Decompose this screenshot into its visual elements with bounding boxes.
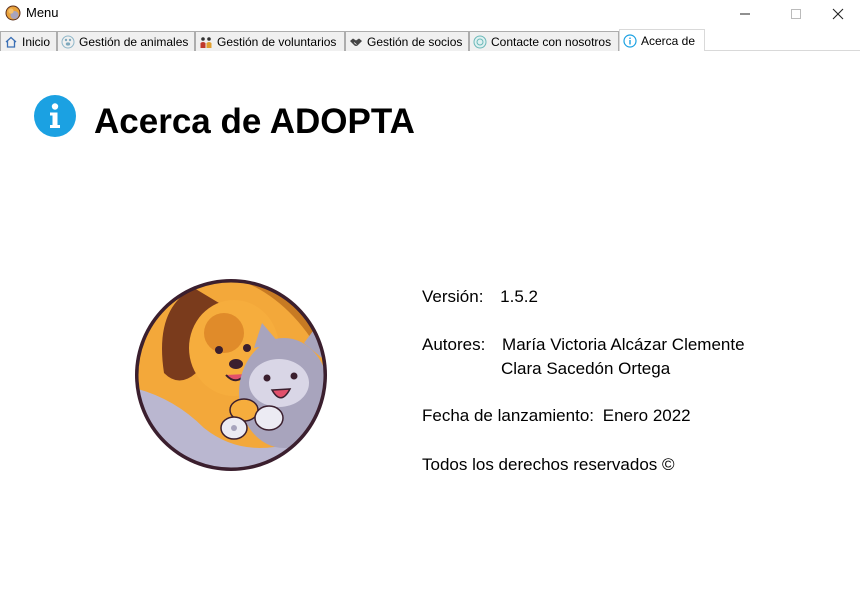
release-row: Fecha de lanzamiento: Enero 2022	[422, 406, 691, 426]
tab-gestion-animales[interactable]: Gestión de animales	[57, 31, 195, 51]
tab-gestion-socios[interactable]: Gestión de socios	[345, 31, 469, 51]
tab-label: Gestión de voluntarios	[217, 34, 337, 49]
home-icon	[4, 35, 18, 49]
minimize-button[interactable]	[722, 0, 768, 28]
version-label: Versión:	[422, 287, 484, 306]
version-row: Versión: 1.5.2	[422, 287, 538, 307]
title-bar: Menu	[0, 0, 860, 28]
volunteers-icon	[199, 35, 213, 49]
tab-label: Acerca de	[641, 33, 696, 48]
author-name: María Victoria Alcázar Clemente	[502, 335, 745, 354]
version-value: 1.5.2	[500, 287, 538, 306]
close-button[interactable]	[815, 0, 860, 28]
window-title: Menu	[26, 5, 59, 20]
paw-icon	[61, 35, 75, 49]
tab-label: Gestión de animales	[79, 34, 189, 49]
info-icon	[623, 33, 637, 48]
info-icon	[33, 94, 77, 138]
page-title: Acerca de ADOPTA	[94, 102, 415, 141]
adopta-logo	[134, 278, 328, 472]
author-name: Clara Sacedón Ortega	[501, 359, 671, 378]
tab-inicio[interactable]: Inicio	[0, 31, 57, 51]
tab-acerca-de[interactable]: Acerca de	[619, 29, 705, 51]
handshake-icon	[349, 35, 363, 49]
copyright-text: Todos los derechos reservados ©	[422, 455, 675, 474]
authors-row: Autores: María Victoria Alcázar Clemente	[422, 335, 745, 355]
tab-strip: Inicio Gestión de animales Gestión de vo…	[0, 29, 860, 51]
release-label: Fecha de lanzamiento:	[422, 406, 594, 425]
tab-label: Inicio	[22, 34, 51, 49]
tab-gestion-voluntarios[interactable]: Gestión de voluntarios	[195, 31, 345, 51]
tab-label: Contacte con nosotros	[491, 34, 612, 49]
contact-icon	[473, 35, 487, 49]
app-logo-icon	[5, 5, 21, 21]
tab-contacte[interactable]: Contacte con nosotros	[469, 31, 619, 51]
release-value: Enero 2022	[602, 406, 691, 425]
authors-label: Autores:	[422, 335, 486, 354]
maximize-button[interactable]	[773, 0, 819, 28]
tab-label: Gestión de socios	[367, 34, 463, 49]
